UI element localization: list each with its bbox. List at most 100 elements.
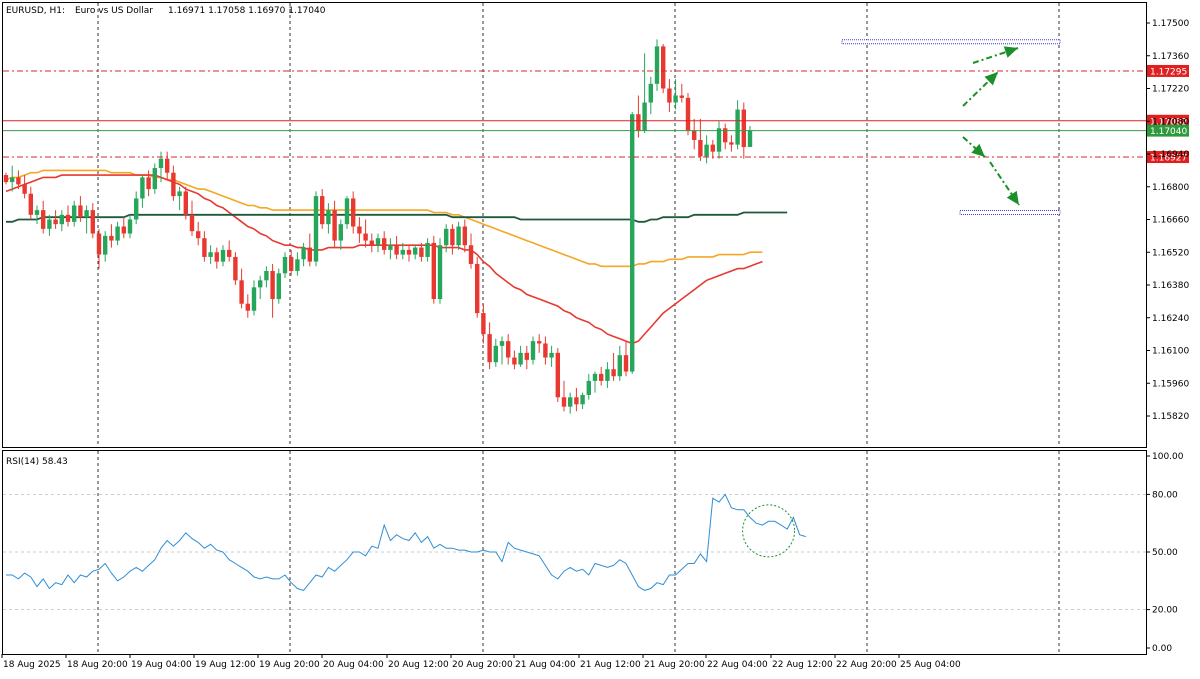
rsi-tick-label: 80.00: [1152, 490, 1178, 500]
price-tick-label: 1.16100: [1152, 347, 1189, 357]
time-axis: 18 Aug 2025 18 Aug 20:00 19 Aug 04:00 19 Au…: [1, 654, 961, 670]
rsi-tick-label: 100.00: [1152, 452, 1184, 462]
bear-candle: [307, 247, 312, 262]
bull-candle: [648, 83, 653, 103]
bull-candle: [158, 158, 164, 169]
bull-candle: [642, 102, 647, 131]
time-tick-label: 18 Aug 2025: [3, 660, 61, 670]
bear-candle: [667, 88, 672, 103]
bull-candle: [704, 144, 709, 157]
bull-candle: [499, 341, 505, 346]
bear-candle: [320, 196, 325, 225]
bull-candle: [425, 242, 430, 257]
bull-candle: [617, 355, 622, 377]
bull-candle: [34, 210, 40, 215]
price-tick-label: 1.17500: [1152, 19, 1189, 29]
bear-candle: [599, 373, 604, 381]
bear-candle: [171, 172, 176, 197]
bull-candle: [295, 259, 300, 271]
bear-candle: [28, 193, 33, 215]
bull-candle: [437, 245, 443, 300]
bear-candle: [65, 214, 71, 222]
bear-candle: [270, 270, 275, 300]
bear-candle: [555, 352, 560, 398]
bear-candle: [636, 114, 641, 131]
time-tick-label: 22 Aug 04:00: [707, 660, 768, 670]
bull-candle: [344, 198, 350, 225]
bull-candle: [313, 196, 319, 262]
bear-candle: [561, 397, 567, 407]
bull-candle: [493, 345, 498, 363]
bear-candle: [332, 210, 337, 241]
bull-candle: [456, 226, 461, 246]
bull-candle: [47, 219, 52, 229]
bull-candle: [264, 270, 269, 281]
bear-candle: [512, 357, 517, 365]
bear-candle: [214, 252, 219, 262]
header-symbol: EURUSD, H1:: [6, 6, 65, 16]
time-tick-label: 22 Aug 20:00: [836, 660, 897, 670]
bear-candle: [506, 341, 511, 358]
bull-candle: [301, 247, 306, 260]
bull-candle: [220, 249, 226, 262]
time-tick-label: 20 Aug 12:00: [388, 660, 449, 670]
bull-candle: [276, 273, 281, 300]
bear-candle: [524, 352, 529, 360]
bear-candle: [189, 214, 195, 232]
header-description: Euro vs US Dollar: [75, 6, 153, 16]
bear-candle: [233, 256, 238, 281]
bear-candle: [53, 219, 58, 225]
price-tick-label: 1.16380: [1152, 281, 1189, 291]
bear-candle: [351, 198, 356, 227]
bear-candle: [357, 226, 362, 234]
bear-candle: [3, 175, 9, 183]
bear-candle: [685, 97, 691, 131]
bull-candle: [282, 256, 288, 274]
price-tick-label: 1.17080: [1152, 117, 1189, 127]
rsi-tick-label: 20.00: [1152, 606, 1178, 616]
bear-candle: [431, 242, 436, 300]
price-tick-label: 1.15960: [1152, 379, 1189, 389]
time-tick-label: 25 Aug 04:00: [900, 660, 961, 670]
bear-candle: [96, 233, 102, 255]
bear-candle: [22, 184, 27, 194]
bull-candle: [251, 287, 257, 311]
time-tick-label: 18 Aug 20:00: [67, 660, 128, 670]
bear-candle: [611, 369, 616, 377]
bull-candle: [716, 128, 722, 152]
bull-candle: [326, 210, 331, 225]
bull-candle: [630, 114, 635, 372]
rsi-indicator-label: RSI(14): [6, 457, 39, 467]
price-tick-label: 1.16940: [1152, 150, 1189, 160]
bear-candle: [487, 334, 492, 363]
bull-candle: [747, 130, 753, 147]
bull-candle: [127, 219, 133, 234]
bear-candle: [419, 247, 424, 257]
bear-candle: [245, 303, 250, 311]
bull-candle: [84, 210, 89, 218]
chart-canvas: 1.172951.170821.170401.16927 1.175001.17…: [1, 2, 1189, 670]
bear-candle: [146, 177, 151, 190]
bull-candle: [177, 191, 182, 197]
bull-candle: [134, 198, 139, 220]
bear-candle: [481, 313, 486, 335]
lower-target-box: [959, 209, 1061, 215]
bear-candle: [679, 95, 684, 98]
bear-candle: [623, 355, 629, 372]
bear-candle: [289, 256, 294, 271]
bear-candle: [543, 343, 548, 358]
bull-candle: [413, 247, 418, 255]
bear-candle: [382, 238, 387, 250]
bear-candle: [90, 210, 95, 234]
bear-candle: [741, 109, 746, 147]
bear-candle: [537, 341, 542, 344]
bull-candle: [208, 252, 213, 257]
bull-candle: [518, 352, 523, 365]
bull-candle: [59, 214, 64, 225]
time-tick-label: 20 Aug 04:00: [323, 660, 384, 670]
bull-candle: [580, 394, 585, 405]
bear-candle: [729, 142, 734, 145]
bear-candle: [394, 245, 399, 255]
bull-candle: [115, 226, 120, 241]
price-tick-label: 1.16660: [1152, 216, 1189, 226]
